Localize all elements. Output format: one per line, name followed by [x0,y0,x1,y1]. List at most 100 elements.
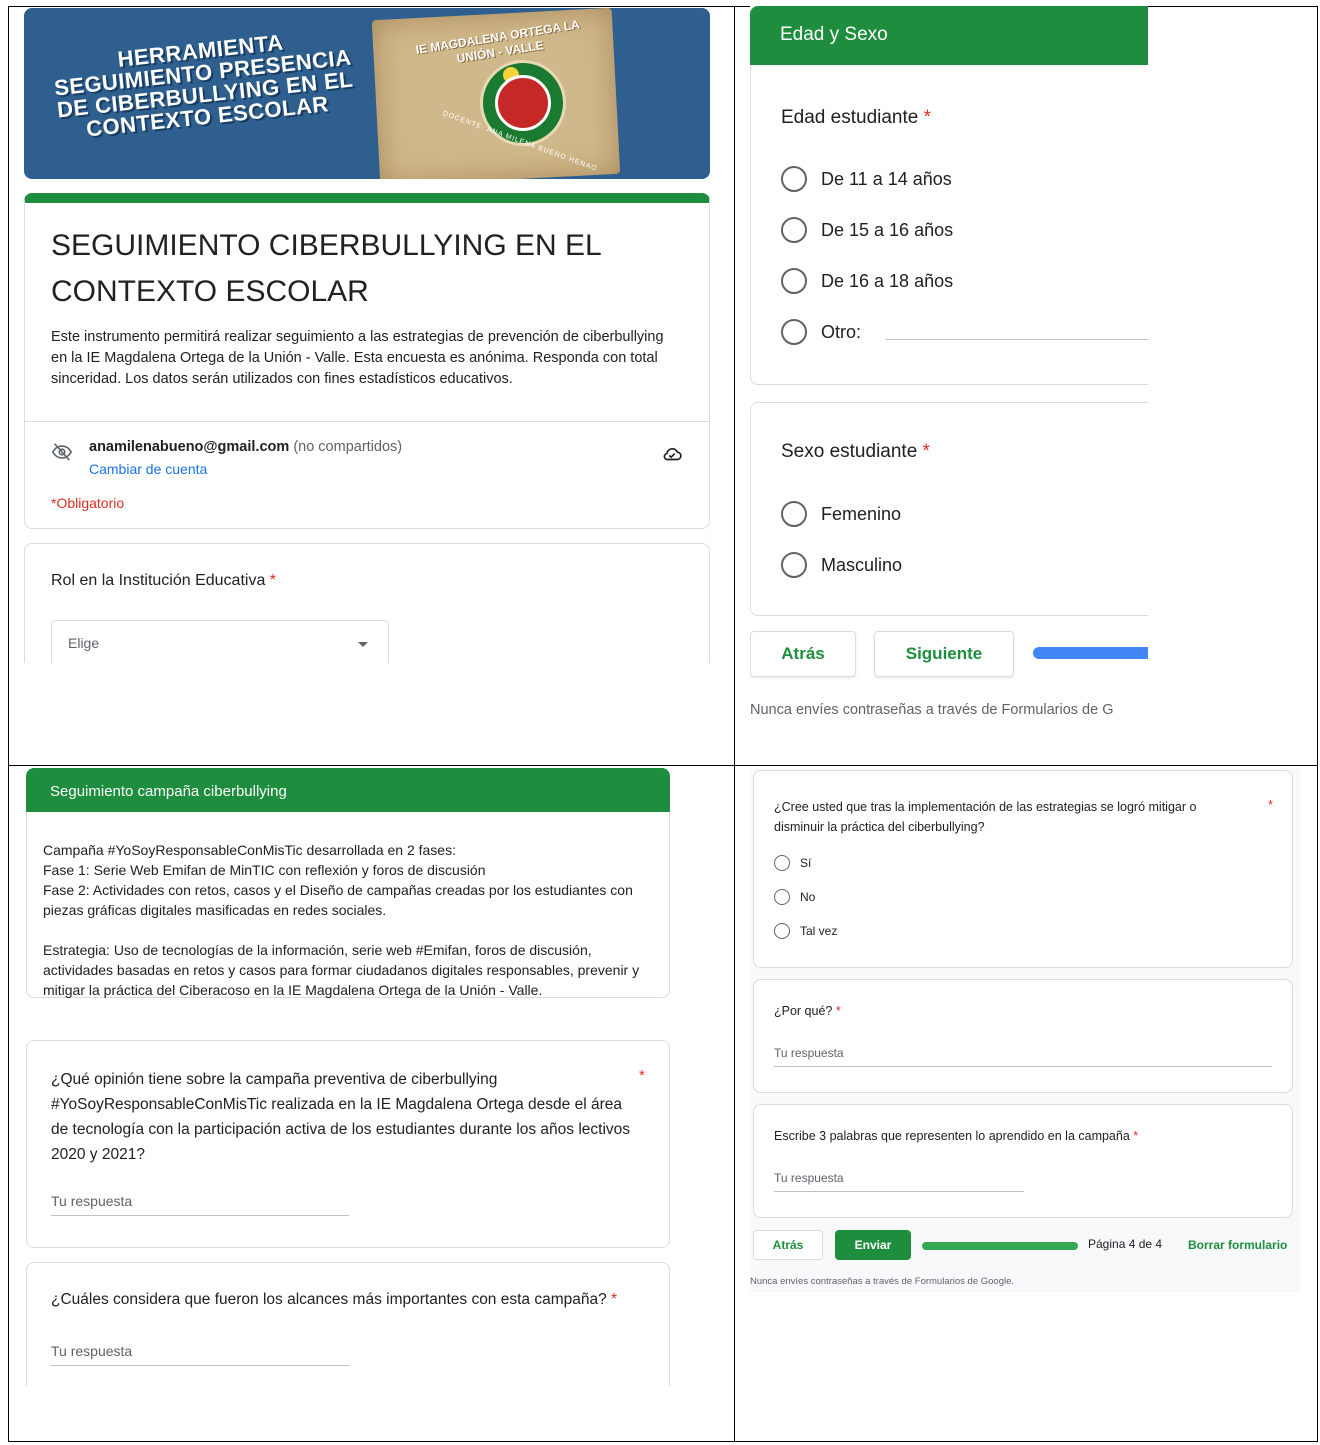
required-asterisk: * [922,441,930,462]
form-intro-screenshot: HERRAMIENTA SEGUIMIENTO PRESENCIA DE CIB… [24,8,712,663]
radio-option-tal-vez[interactable]: Tal vez [774,923,837,939]
mitigar-question-label: ¿Cree usted que tras la implementación d… [774,800,1197,834]
radio-button[interactable] [774,923,790,939]
otro-text-input[interactable] [886,339,1148,340]
radio-option-masculino[interactable]: Masculino [781,552,902,578]
cloud-saved-icon [663,447,682,461]
submit-button[interactable]: Enviar [835,1230,911,1260]
radio-button[interactable] [781,217,807,243]
radio-option-label: Masculino [821,554,903,575]
back-button[interactable]: Atrás [753,1230,823,1260]
mitigar-question-card: ¿Cree usted que tras la implementación d… [753,770,1293,968]
answer-underline [774,1191,1024,1192]
campaign-phases: Campaña #YoSoyResponsableConMisTic desar… [43,840,655,920]
required-asterisk: * [923,107,932,128]
required-note: *Obligatorio [51,495,125,511]
section-header: Seguimiento campaña ciberbullying [26,768,670,816]
account-email-line: anamilenabueno@gmail.com (no compartidos… [89,439,402,455]
campaign-line: Fase 2: Actividades con retos, casos y e… [43,882,633,918]
back-button[interactable]: Atrás [750,631,856,677]
logo-emblem [495,75,551,131]
palabras-answer-input[interactable]: Tu respuesta [774,1171,844,1185]
sexo-label-text: Sexo estudiante [781,441,918,462]
edad-question-card: Edad estudiante * De 11 a 14 años De 15 … [750,65,1148,385]
opinion-question-label: ¿Qué opinión tiene sobre la campaña prev… [51,1071,631,1163]
radio-option-label: De 11 a 14 años [821,168,952,189]
porque-question-card: ¿Por qué? * Tu respuesta [753,979,1293,1093]
required-asterisk: * [611,1291,618,1308]
password-warning: Nunca envíes contraseñas a través de For… [750,702,1114,718]
radio-button[interactable] [781,166,807,192]
progress-bar [1033,647,1148,659]
required-asterisk: * [639,1067,645,1084]
porque-answer-input[interactable]: Tu respuesta [774,1046,844,1060]
required-asterisk: * [835,1004,841,1018]
edad-sexo-screenshot: Edad y Sexo Edad estudiante * De 11 a 14… [750,6,1148,726]
dropdown-caret-icon [358,642,368,647]
page-indicator: Página 4 de 4 [1088,1237,1163,1251]
header-banner: HERRAMIENTA SEGUIMIENTO PRESENCIA DE CIB… [24,8,710,179]
edad-question-label: Edad estudiante * [781,107,931,129]
radio-option-label: Otro: [821,321,862,342]
porque-label-text: ¿Por qué? [774,1004,833,1018]
palabras-question-card: Escribe 3 palabras que representen lo ap… [753,1104,1293,1218]
section-title: Edad y Sexo [780,24,888,45]
campana-screenshot: Seguimiento campaña ciberbullying Campañ… [24,768,676,1386]
opinion-answer-input[interactable]: Tu respuesta [51,1193,132,1209]
radio-option-edad-16-18[interactable]: De 16 a 18 años [781,268,953,294]
radio-option-si[interactable]: Sí [774,855,811,871]
answer-underline [51,1365,349,1366]
progress-bar [922,1242,1078,1250]
section-header: Edad y Sexo [750,6,1148,66]
radio-option-label: Sí [800,856,812,870]
required-asterisk: * [1133,1129,1139,1143]
opinion-question-card: ¿Qué opinión tiene sobre la campaña prev… [26,1040,670,1248]
final-page-screenshot: ¿Cree usted que tras la implementación d… [750,768,1300,1292]
radio-option-edad-otro[interactable]: Otro: [781,319,861,345]
radio-button[interactable] [781,501,807,527]
rol-select[interactable]: Elige [51,620,389,663]
required-asterisk: * [269,572,277,589]
campaign-line: Fase 1: Serie Web Emifan de MinTIC con r… [43,862,486,878]
radio-button[interactable] [781,319,807,345]
radio-button[interactable] [774,855,790,871]
rol-label-text: Rol en la Institución Educativa [51,572,266,589]
not-shared-label: (no compartidos) [293,439,403,455]
palabras-label-text: Escribe 3 palabras que representen lo ap… [774,1129,1130,1143]
campaign-description: Campaña #YoSoyResponsableConMisTic desar… [43,840,655,1000]
form-description: Este instrumento permitirá realizar segu… [51,329,664,387]
radio-option-no[interactable]: No [774,889,815,905]
form-title: SEGUIMIENTO CIBERBULLYING EN EL CONTEXTO… [51,229,601,308]
switch-account-link[interactable]: Cambiar de cuenta [89,461,207,477]
visibility-off-icon [51,443,73,461]
clear-form-button[interactable]: Borrar formulario [1188,1238,1287,1252]
sexo-question-card: Sexo estudiante * Femenino Masculino [750,402,1148,616]
alcances-label-text: ¿Cuáles considera que fueron los alcance… [51,1291,607,1308]
radio-option-label: De 15 a 16 años [821,219,954,240]
sexo-question-label: Sexo estudiante * [781,441,930,463]
campaign-strategy: Estrategia: Uso de tecnologías de la inf… [43,942,640,998]
banner-title: HERRAMIENTA SEGUIMIENTO PRESENCIA DE CIB… [53,29,355,142]
next-button[interactable]: Siguiente [874,631,1014,677]
account-email: anamilenabueno@gmail.com [89,439,290,455]
radio-option-edad-11-14[interactable]: De 11 a 14 años [781,166,952,192]
required-asterisk: * [1268,797,1274,812]
radio-button[interactable] [781,552,807,578]
alcances-question-label: ¿Cuáles considera que fueron los alcance… [51,1291,617,1309]
radio-button[interactable] [781,268,807,294]
grid-divider-horizontal [9,765,1317,766]
radio-button[interactable] [774,889,790,905]
radio-option-edad-15-16[interactable]: De 15 a 16 años [781,217,953,243]
rol-select-value: Elige [68,635,100,651]
radio-option-label: No [800,890,816,904]
form-header-card: SEGUIMIENTO CIBERBULLYING EN EL CONTEXTO… [24,193,710,529]
section-title: Seguimiento campaña ciberbullying [50,783,287,800]
campaign-line: Campaña #YoSoyResponsableConMisTic desar… [43,842,456,858]
radio-option-label: Femenino [821,503,902,524]
alcances-answer-input[interactable]: Tu respuesta [51,1343,132,1359]
edad-label-text: Edad estudiante [781,107,919,128]
radio-option-label: Tal vez [800,924,838,938]
campaign-description-card: Campaña #YoSoyResponsableConMisTic desar… [26,812,670,998]
answer-underline [774,1066,1272,1067]
radio-option-femenino[interactable]: Femenino [781,501,901,527]
